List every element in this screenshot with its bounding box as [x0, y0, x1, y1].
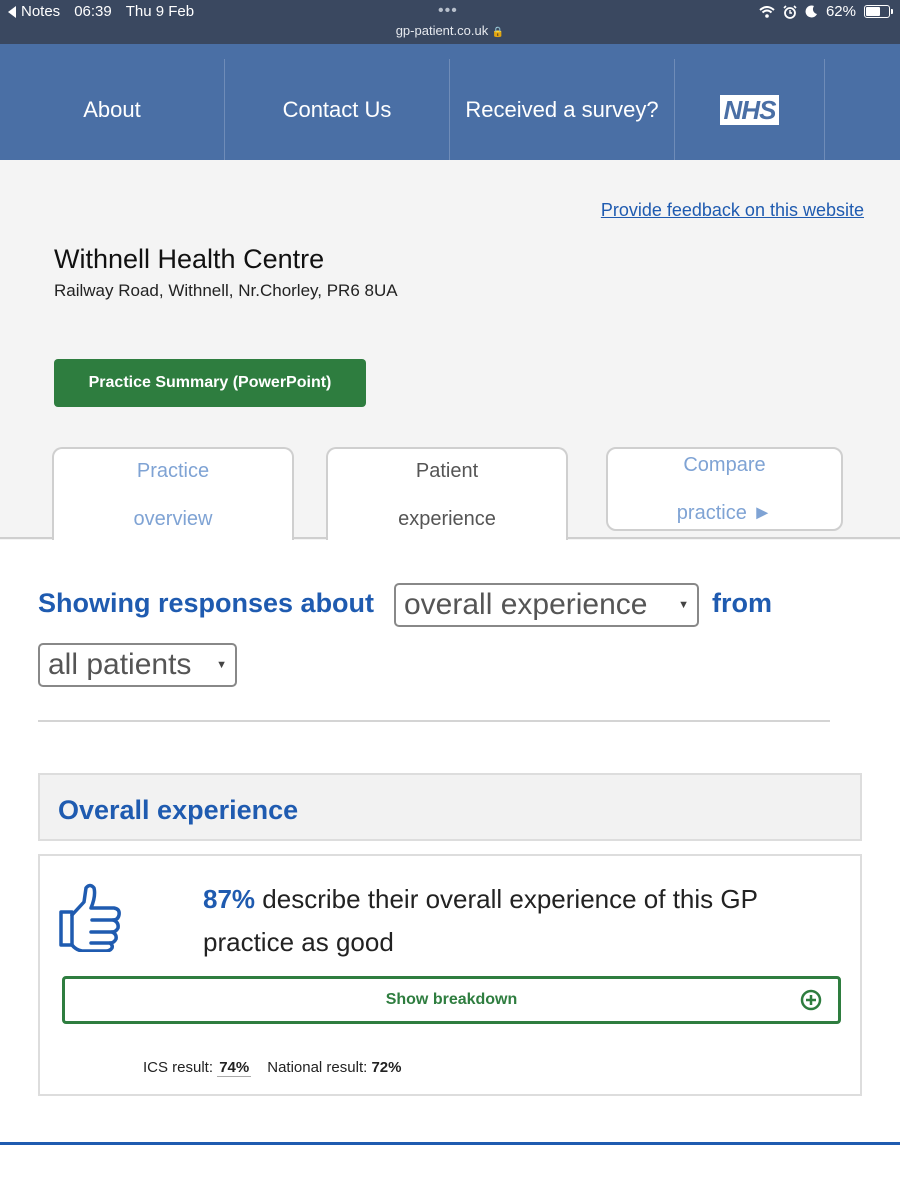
dropdown-arrow-icon: ▼	[678, 599, 689, 611]
nav-about[interactable]: About	[0, 59, 225, 160]
nav-contact-us[interactable]: Contact Us	[225, 59, 450, 160]
result-description: describe their overall experience of thi…	[203, 884, 758, 957]
battery-percent: 62%	[825, 3, 856, 20]
nav-contact-label: Contact Us	[282, 96, 392, 122]
nav-survey-label: Received a survey?	[465, 96, 659, 122]
divider	[38, 720, 830, 722]
tab-compare-line1: Compare	[683, 454, 766, 476]
result-statement: 87% describe their overall experience of…	[203, 878, 823, 964]
multitask-dots-icon[interactable]: •••	[438, 3, 458, 19]
nhs-logo-link[interactable]: NHS	[675, 59, 825, 160]
tab-overview-line1: Practice	[136, 459, 210, 482]
show-breakdown-button[interactable]: Show breakdown	[62, 976, 841, 1024]
tab-patient-experience[interactable]: Patient experience	[326, 447, 568, 542]
url-bar[interactable]: gp-patient.co.uk 🔒	[0, 23, 900, 38]
patient-group-select[interactable]: all patients ▼	[38, 643, 237, 687]
ics-value[interactable]: 74%	[217, 1059, 252, 1077]
comparison-results: ICS result: 74% National result: 72%	[143, 1059, 402, 1077]
practice-name: Withnell Health Centre	[54, 244, 325, 274]
tab-patient-line1: Patient	[415, 459, 479, 482]
showing-responses-label: Showing responses about	[38, 588, 375, 618]
tab-compare-practice[interactable]: Compare practice ►	[606, 447, 843, 531]
status-date: Thu 9 Feb	[125, 3, 195, 20]
tab-overview-line2: overview	[133, 507, 213, 530]
plus-circle-icon	[800, 989, 822, 1011]
breakdown-label: Show breakdown	[385, 991, 518, 1008]
ics-result: ICS result: 74%	[143, 1059, 252, 1077]
topic-select[interactable]: overall experience ▼	[394, 583, 699, 627]
lock-icon: 🔒	[491, 27, 505, 38]
practice-address: Railway Road, Withnell, Nr.Chorley, PR6 …	[54, 281, 398, 300]
thumbs-up-icon	[59, 883, 121, 952]
result-card: 87% describe their overall experience of…	[38, 854, 862, 1096]
status-left: Notes 06:39 Thu 9 Feb	[8, 3, 194, 20]
alarm-icon	[783, 4, 797, 19]
feedback-link[interactable]: Provide feedback on this website	[601, 200, 864, 221]
back-arrow-icon	[8, 5, 16, 18]
url-text: gp-patient.co.uk	[395, 23, 489, 38]
from-label: from	[712, 588, 772, 618]
ics-label: ICS result:	[143, 1059, 214, 1076]
section-header: Overall experience	[38, 773, 862, 841]
back-to-app[interactable]: Notes	[8, 3, 60, 20]
dropdown-arrow-icon: ▼	[216, 659, 227, 671]
tab-compare-line2: practice ►	[676, 502, 773, 524]
status-right: 62%	[759, 3, 893, 20]
moon-icon	[805, 5, 817, 18]
result-percentage: 87%	[203, 884, 256, 914]
nav-received-survey[interactable]: Received a survey?	[450, 59, 675, 160]
section-title: Overall experience	[58, 795, 299, 825]
practice-summary-button[interactable]: Practice Summary (PowerPoint)	[54, 359, 366, 407]
group-select-value: all patients	[48, 648, 192, 681]
tab-practice-overview[interactable]: Practice overview	[52, 447, 294, 542]
national-result: National result: 72%	[267, 1059, 401, 1076]
nav-about-label: About	[83, 96, 141, 122]
tab-patient-line2: experience	[398, 507, 496, 530]
national-label: National result:	[267, 1059, 368, 1076]
battery-icon	[864, 5, 893, 18]
topic-select-value: overall experience	[404, 588, 648, 621]
nhs-logo: NHS	[719, 94, 780, 125]
status-bar: Notes 06:39 Thu 9 Feb ••• 62% gp-patient…	[0, 0, 900, 44]
national-value: 72%	[371, 1059, 402, 1076]
back-app-label: Notes	[21, 3, 61, 20]
status-time: 06:39	[74, 3, 112, 20]
footer-divider	[0, 1142, 900, 1145]
wifi-icon	[759, 5, 775, 18]
